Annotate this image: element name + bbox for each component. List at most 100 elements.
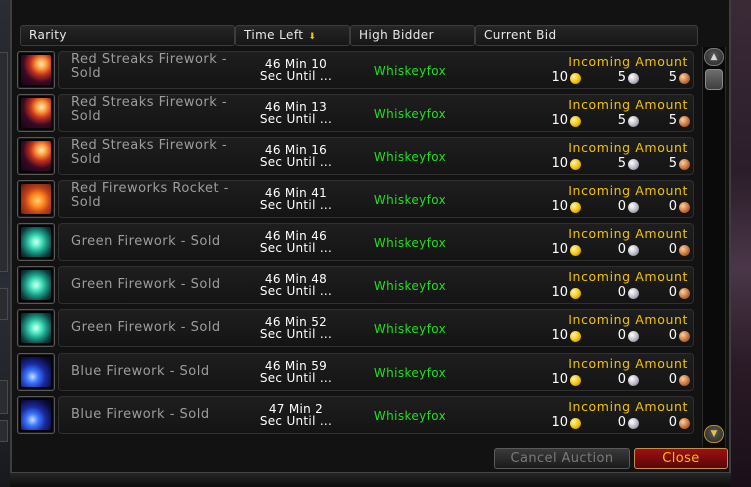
incoming-amount-label: Incoming Amount: [568, 54, 688, 69]
column-header-time-left[interactable]: Time Left ⬇: [235, 25, 350, 46]
auction-row[interactable]: Red Streaks Firework - Sold 46 Min 10 Sec…: [16, 50, 696, 91]
high-bidder-name: Whiskeyfox: [373, 236, 447, 250]
incoming-amount-label: Incoming Amount: [568, 183, 688, 198]
incoming-amount-label: Incoming Amount: [568, 312, 688, 327]
column-header-rarity[interactable]: Rarity: [20, 25, 235, 46]
incoming-amount-label: Incoming Amount: [568, 399, 688, 414]
incoming-amount-label: Incoming Amount: [568, 356, 688, 371]
silver-amount: 0: [617, 242, 626, 257]
time-left: 46 Min 10 Sec Until ...: [240, 58, 352, 82]
money-display: 10 0 0: [546, 372, 690, 388]
green-firework-icon: [21, 227, 51, 257]
time-left-line: Sec Until ...: [259, 284, 333, 298]
item-icon-slot[interactable]: [17, 51, 55, 89]
incoming-amount-label: Incoming Amount: [568, 140, 688, 155]
auction-row[interactable]: Blue Firework - Sold 47 Min 2 Sec Until .…: [16, 395, 696, 436]
silver-amount: 5: [617, 113, 626, 128]
item-name: Red Fireworks Rocket - Sold: [71, 181, 229, 210]
red-fireworks-rocket-icon: [21, 184, 51, 214]
auction-row[interactable]: Red Streaks Firework - Sold 46 Min 16 Sec…: [16, 136, 696, 177]
high-bidder-name: Whiskeyfox: [373, 64, 447, 78]
silver-coin-icon: [628, 288, 639, 299]
item-name: Green Firework - Sold: [71, 320, 221, 335]
item-icon-slot[interactable]: [17, 180, 55, 218]
high-bidder-name: Whiskeyfox: [373, 279, 447, 293]
gold-coin-icon: [570, 331, 581, 342]
chevron-down-icon: ▼: [710, 429, 718, 439]
gold-coin-icon: [570, 159, 581, 170]
silver-coin-icon: [628, 245, 639, 256]
copper-amount: 0: [668, 285, 677, 300]
gold-coin-icon: [570, 116, 581, 127]
silver-amount: 0: [617, 328, 626, 343]
item-icon-slot[interactable]: [17, 396, 55, 434]
money-display: 10 0 0: [546, 285, 690, 301]
chevron-up-icon: ▲: [710, 52, 718, 62]
auction-row[interactable]: Green Firework - Sold 46 Min 48 Sec Until…: [16, 265, 696, 306]
time-left-line: Sec Until ...: [259, 69, 333, 83]
auction-row[interactable]: Blue Firework - Sold 46 Min 59 Sec Until …: [16, 352, 696, 393]
gold-amount: 10: [551, 328, 568, 343]
gold-amount: 10: [551, 156, 568, 171]
high-bidder-name: Whiskeyfox: [373, 322, 447, 336]
time-left-line: Sec Until ...: [259, 198, 333, 212]
auction-list: Red Streaks Firework - Sold 46 Min 10 Sec…: [16, 50, 700, 440]
money-display: 10 0 0: [546, 415, 690, 431]
auction-row[interactable]: Green Firework - Sold 46 Min 46 Sec Until…: [16, 222, 696, 263]
cancel-auction-button[interactable]: Cancel Auction: [494, 448, 630, 469]
red-streaks-firework-icon: [21, 98, 51, 128]
time-left-line: Sec Until ...: [259, 241, 333, 255]
copper-amount: 0: [668, 328, 677, 343]
auction-row[interactable]: Red Streaks Firework - Sold 46 Min 13 Sec…: [16, 93, 696, 134]
copper-amount: 0: [668, 199, 677, 214]
time-left: 46 Min 59 Sec Until ...: [240, 360, 352, 384]
gold-amount: 10: [551, 415, 568, 430]
copper-coin-icon: [679, 116, 690, 127]
left-panel-stub: [0, 52, 8, 272]
item-icon-slot[interactable]: [17, 137, 55, 175]
copper-amount: 0: [668, 242, 677, 257]
copper-coin-icon: [679, 159, 690, 170]
scrollbar-thumb[interactable]: [705, 69, 723, 90]
copper-coin-icon: [679, 288, 690, 299]
gold-amount: 10: [551, 70, 568, 85]
left-panel-stub: [0, 288, 8, 320]
item-icon-slot[interactable]: [17, 94, 55, 132]
incoming-amount-label: Incoming Amount: [568, 269, 688, 284]
scroll-down-button[interactable]: ▼: [704, 425, 724, 443]
column-header-current-bid[interactable]: Current Bid: [475, 25, 698, 46]
high-bidder-name: Whiskeyfox: [373, 193, 447, 207]
column-header-label: Current Bid: [484, 28, 557, 42]
item-icon-slot[interactable]: [17, 309, 55, 347]
column-header-high-bidder[interactable]: High Bidder: [350, 25, 475, 46]
copper-amount: 0: [668, 372, 677, 387]
blue-firework-icon: [21, 357, 51, 387]
money-display: 10 0 0: [546, 199, 690, 215]
auction-row[interactable]: Green Firework - Sold 46 Min 52 Sec Until…: [16, 308, 696, 349]
time-left: 46 Min 13 Sec Until ...: [240, 101, 352, 125]
money-display: 10 0 0: [546, 242, 690, 258]
column-header-label: Rarity: [29, 28, 67, 42]
close-button[interactable]: Close: [634, 448, 728, 469]
silver-coin-icon: [628, 202, 639, 213]
copper-coin-icon: [679, 331, 690, 342]
money-display: 10 5 5: [546, 113, 690, 129]
money-display: 10 5 5: [546, 70, 690, 86]
item-icon-slot[interactable]: [17, 223, 55, 261]
item-icon-slot[interactable]: [17, 353, 55, 391]
item-name: Blue Firework - Sold: [71, 407, 210, 422]
incoming-amount-label: Incoming Amount: [568, 97, 688, 112]
item-icon-slot[interactable]: [17, 266, 55, 304]
item-name: Red Streaks Firework - Sold: [71, 95, 228, 124]
red-streaks-firework-icon: [21, 141, 51, 171]
time-left: 46 Min 46 Sec Until ...: [240, 230, 352, 254]
time-left: 46 Min 52 Sec Until ...: [240, 316, 352, 340]
silver-coin-icon: [628, 418, 639, 429]
silver-coin-icon: [628, 73, 639, 84]
money-display: 10 0 0: [546, 328, 690, 344]
item-name: Red Streaks Firework - Sold: [71, 52, 228, 81]
scrollbar-track[interactable]: [702, 47, 726, 447]
auction-row[interactable]: Red Fireworks Rocket - Sold 46 Min 41 Sec…: [16, 179, 696, 220]
gold-coin-icon: [570, 375, 581, 386]
scroll-up-button[interactable]: ▲: [704, 48, 724, 66]
